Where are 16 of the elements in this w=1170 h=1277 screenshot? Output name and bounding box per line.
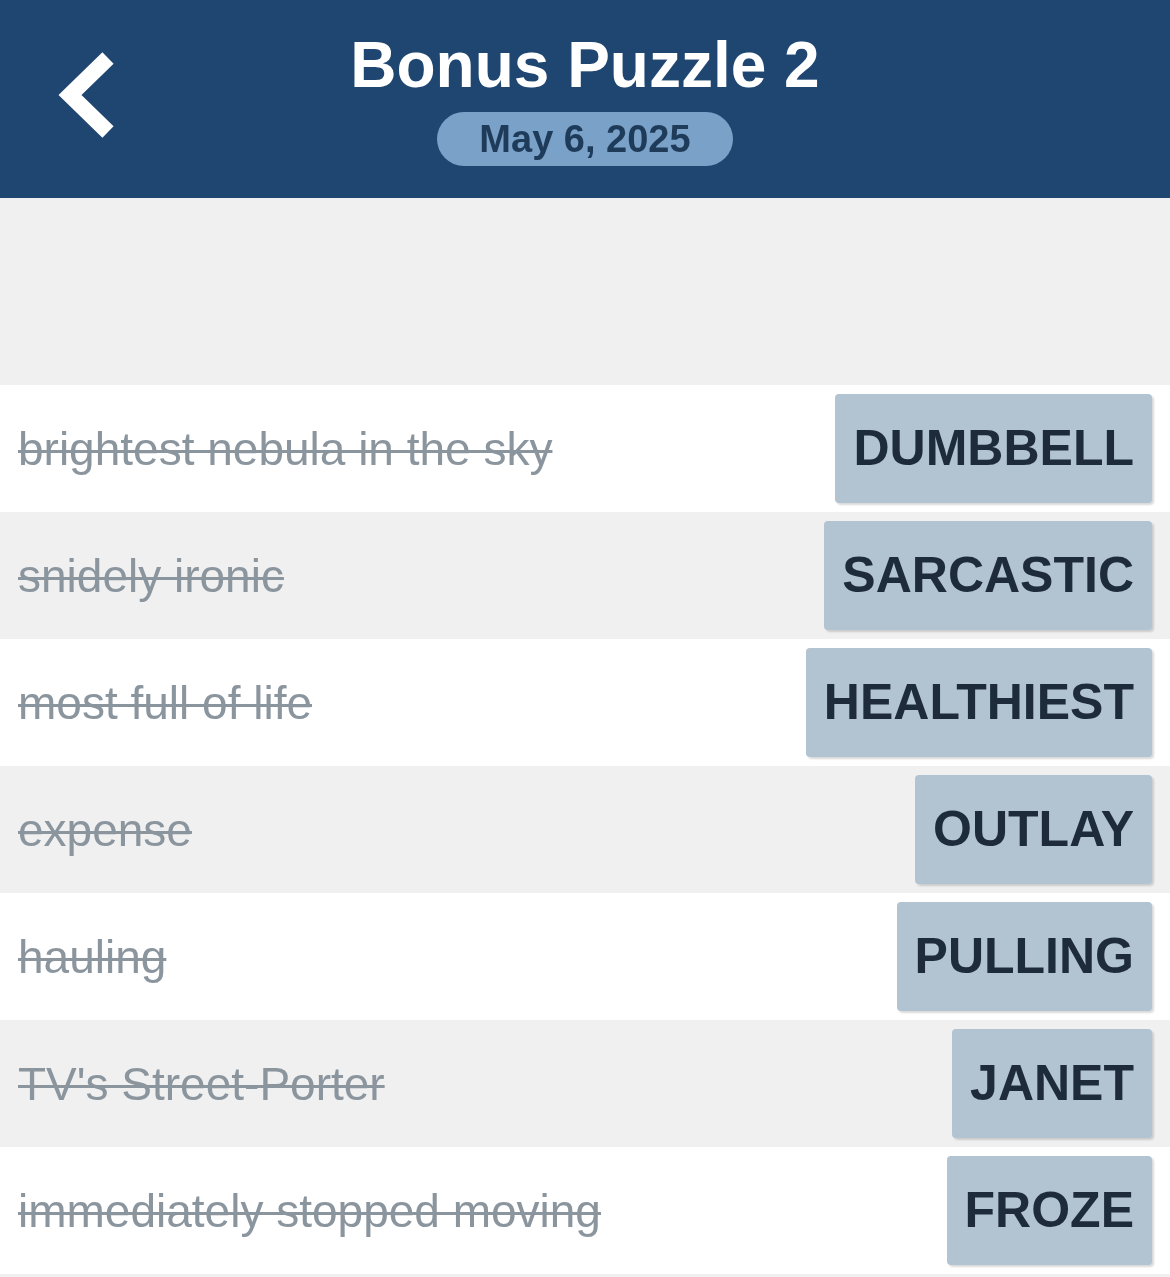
clue-text: TV's Street-Porter — [18, 1056, 385, 1111]
clue-text: snidely ironic — [18, 548, 284, 603]
clue-text: hauling — [18, 929, 167, 984]
clue-text: most full of life — [18, 675, 312, 730]
clue-text: immediately stopped moving — [18, 1183, 601, 1238]
puzzle-title: Bonus Puzzle 2 — [350, 28, 820, 102]
clue-text: expense — [18, 802, 192, 857]
answer-tile[interactable]: FROZE — [946, 1156, 1152, 1265]
answer-tile[interactable]: PULLING — [896, 902, 1152, 1011]
answer-tile[interactable]: JANET — [952, 1029, 1152, 1138]
answer-tile[interactable]: HEALTHIEST — [805, 648, 1152, 757]
clue-text: brightest nebula in the sky — [18, 421, 553, 476]
answer-tile[interactable]: SARCASTIC — [824, 521, 1152, 630]
date-badge: May 6, 2025 — [437, 112, 733, 166]
answer-tile[interactable]: DUMBBELL — [835, 394, 1152, 503]
answer-tile[interactable]: OUTLAY — [915, 775, 1152, 884]
